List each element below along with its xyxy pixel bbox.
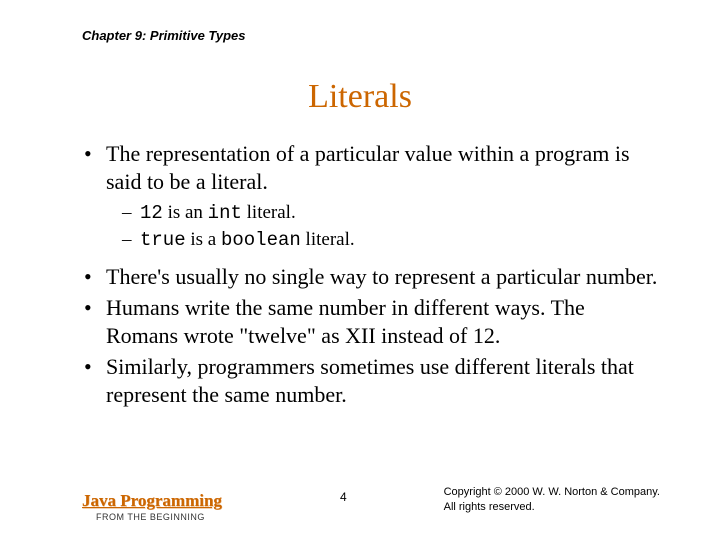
slide-title: Literals [0,78,720,116]
copyright-line: Copyright © 2000 W. W. Norton & Company. [444,485,660,499]
book-title: Java Programming [82,491,222,511]
copyright-line: All rights reserved. [444,500,660,514]
chapter-label: Chapter 9: Primitive Types [82,28,246,43]
text: is an [163,202,208,223]
bullet-item: There's usually no single way to represe… [82,263,660,291]
text: literal. [301,229,355,250]
book-block: Java Programming FROM THE BEGINNING [82,491,222,522]
text: literal. [242,202,296,223]
sub-item: 12 is an int literal. [122,201,660,226]
code-literal: true [140,229,186,251]
bullet-item: Humans write the same number in differen… [82,294,660,349]
slide-content: The representation of a particular value… [82,140,660,412]
bullet-item: The representation of a particular value… [82,140,660,195]
book-subtitle: FROM THE BEGINNING [96,512,222,522]
page-number: 4 [340,490,347,504]
code-literal: boolean [221,229,301,251]
bullet-item: Similarly, programmers sometimes use dif… [82,353,660,408]
footer: Java Programming FROM THE BEGINNING 4 Co… [82,482,660,522]
sub-item: true is a boolean literal. [122,228,660,253]
text: is a [186,229,221,250]
code-literal: 12 [140,202,163,224]
sub-list: 12 is an int literal. true is a boolean … [122,201,660,253]
copyright: Copyright © 2000 W. W. Norton & Company.… [444,485,660,514]
code-literal: int [208,202,242,224]
